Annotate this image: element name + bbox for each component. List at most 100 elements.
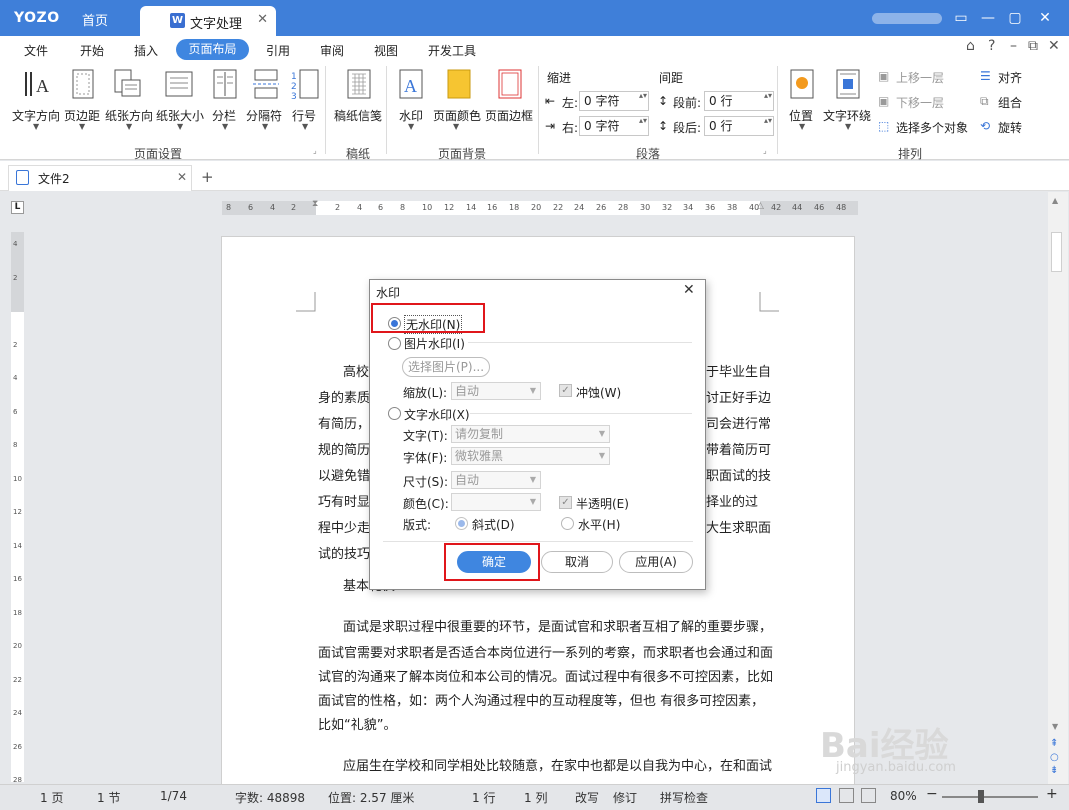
dialog-launcher-icon[interactable]: ⌟ <box>313 146 317 155</box>
font-select[interactable]: 微软雅黑 ▼ <box>451 447 610 465</box>
menu-file[interactable]: 文件 <box>24 42 48 59</box>
vruler-tick-label: 10 <box>13 475 22 483</box>
close-window-button[interactable]: ✕ <box>1034 8 1056 28</box>
next-page-icon[interactable]: ⇟ <box>1050 765 1058 776</box>
scale-select[interactable]: 自动 ▼ <box>451 382 541 400</box>
menu-start[interactable]: 开始 <box>80 42 104 59</box>
home-tab[interactable]: 首页 <box>82 10 108 29</box>
picture-watermark-label[interactable]: 图片水印(I) <box>404 335 465 352</box>
zoom-slider-thumb[interactable] <box>978 790 984 803</box>
indent-right-field[interactable]: 0 字符 <box>579 116 649 136</box>
browse-object-icon[interactable]: ○ <box>1050 752 1059 763</box>
body-text-line: 应届生在学校和同学相处比较随意，在家中也都是以自我为中心，在和面试 <box>343 759 773 774</box>
doc-minimize-icon[interactable]: – <box>1010 38 1017 54</box>
dialog-close-icon[interactable]: ✕ <box>683 282 695 298</box>
tab-stop-selector[interactable]: L <box>11 201 24 214</box>
cancel-button[interactable]: 取消 <box>541 551 613 573</box>
document-tab[interactable]: W 文字处理 ✕ <box>140 6 276 36</box>
doc-close-icon[interactable]: ✕ <box>1048 38 1060 54</box>
page-border-button[interactable]: 页面边框 <box>485 107 533 124</box>
ribbon-separator <box>538 66 539 154</box>
select-multiple-button[interactable]: 选择多个对象 <box>896 119 968 136</box>
close-tab-icon[interactable]: ✕ <box>257 12 268 27</box>
menu-page-layout[interactable]: 页面布局 <box>176 39 249 60</box>
highlight-box <box>371 303 485 333</box>
outline-view-icon[interactable] <box>861 788 876 803</box>
document-tab-file2[interactable] <box>8 165 192 191</box>
space-before-icon: ↕ <box>658 94 669 108</box>
semi-transparent-checkbox[interactable]: ✓ <box>559 496 572 509</box>
vruler-tick-label: 24 <box>13 709 22 717</box>
zoom-in-button[interactable]: + <box>1046 786 1058 802</box>
group-button[interactable]: 组合 <box>998 94 1022 111</box>
user-account[interactable] <box>872 13 942 24</box>
status-spellcheck[interactable]: 拼写检查 <box>660 789 708 806</box>
zoom-level[interactable]: 80% <box>890 789 917 803</box>
ruler-tick-label: 6 <box>378 203 384 212</box>
skin-icon[interactable]: ▭ <box>950 8 972 28</box>
doc-restore-icon[interactable]: ⧉ <box>1028 38 1038 54</box>
text-watermark-radio[interactable] <box>388 407 401 420</box>
choose-picture-button[interactable]: 选择图片(P)... <box>402 357 490 377</box>
text-select[interactable]: 请勿复制 ▼ <box>451 425 610 443</box>
menu-developer[interactable]: 开发工具 <box>428 42 476 59</box>
document-icon <box>16 170 29 185</box>
send-backward-button[interactable]: 下移一层 <box>896 94 944 111</box>
zoom-out-button[interactable]: − <box>926 786 938 802</box>
status-revise[interactable]: 修订 <box>613 789 637 806</box>
status-word-count[interactable]: 字数: 48898 <box>235 789 305 806</box>
size-select[interactable]: 自动 ▼ <box>451 471 541 489</box>
zoom-slider-track[interactable] <box>942 796 1038 798</box>
print-layout-icon[interactable] <box>816 788 831 803</box>
web-layout-icon[interactable] <box>839 788 854 803</box>
prev-page-icon[interactable]: ⇞ <box>1050 738 1058 750</box>
scroll-up-icon[interactable]: ▲ <box>1052 196 1058 205</box>
picture-watermark-radio[interactable] <box>388 337 401 350</box>
menu-view[interactable]: 视图 <box>374 42 398 59</box>
status-page[interactable]: 1 页 <box>40 789 63 806</box>
minimize-button[interactable]: — <box>977 8 999 28</box>
menu-review[interactable]: 审阅 <box>320 42 344 59</box>
collapse-ribbon-icon[interactable]: ⌂ <box>966 38 975 54</box>
rotate-button[interactable]: 旋转 <box>998 119 1022 136</box>
add-tab-icon[interactable]: + <box>201 168 214 186</box>
status-page-count[interactable]: 1/74 <box>160 789 187 803</box>
horizontal-radio[interactable] <box>561 517 574 530</box>
washout-checkbox[interactable]: ✓ <box>559 384 572 397</box>
scroll-thumb[interactable] <box>1051 232 1062 272</box>
chevron-down-icon: ▼ <box>408 122 415 131</box>
scale-label: 缩放(L): <box>403 386 448 400</box>
page-border-icon <box>498 69 522 99</box>
scroll-down-icon[interactable]: ▼ <box>1052 722 1058 731</box>
help-icon[interactable]: ? <box>988 38 995 54</box>
space-after-field[interactable]: 0 行 <box>704 116 774 136</box>
indent-left-field[interactable]: 0 字符 <box>579 91 649 111</box>
chevron-down-icon: ▼ <box>177 122 184 131</box>
manuscript-button[interactable]: 稿纸信笺 <box>334 107 382 124</box>
menu-reference[interactable]: 引用 <box>266 42 290 59</box>
diagonal-radio[interactable] <box>455 517 468 530</box>
ruler-tick-label: 4 <box>270 203 276 212</box>
line-numbers-icon: 123 <box>291 69 319 100</box>
maximize-button[interactable]: ▢ <box>1004 8 1026 28</box>
ruler-tick-label: 14 <box>466 203 477 212</box>
menu-insert[interactable]: 插入 <box>134 42 158 59</box>
status-section[interactable]: 1 节 <box>97 789 120 806</box>
dialog-launcher-icon[interactable]: ⌟ <box>763 146 767 155</box>
size-label: 尺寸(S): <box>403 475 449 489</box>
align-button[interactable]: 对齐 <box>998 69 1022 86</box>
status-overwrite[interactable]: 改写 <box>575 789 599 806</box>
site-watermark-url: jingyan.baidu.com <box>836 760 956 775</box>
vertical-scrollbar[interactable] <box>1048 192 1068 784</box>
close-doc-tab-icon[interactable]: ✕ <box>177 170 187 184</box>
color-select[interactable]: ▼ <box>451 493 541 511</box>
indent-marker-icon[interactable]: ⧗ <box>312 199 318 209</box>
font-value: 微软雅黑 <box>455 449 504 463</box>
bring-forward-button[interactable]: 上移一层 <box>896 69 944 86</box>
space-before-field[interactable]: 0 行 <box>704 91 774 111</box>
text-watermark-label[interactable]: 文字水印(X) <box>404 406 470 423</box>
apply-button[interactable]: 应用(A) <box>619 551 693 573</box>
right-indent-marker-icon[interactable]: △ <box>757 201 764 211</box>
breaks-icon <box>253 69 279 99</box>
horizontal-label: 水平(H) <box>578 518 621 532</box>
